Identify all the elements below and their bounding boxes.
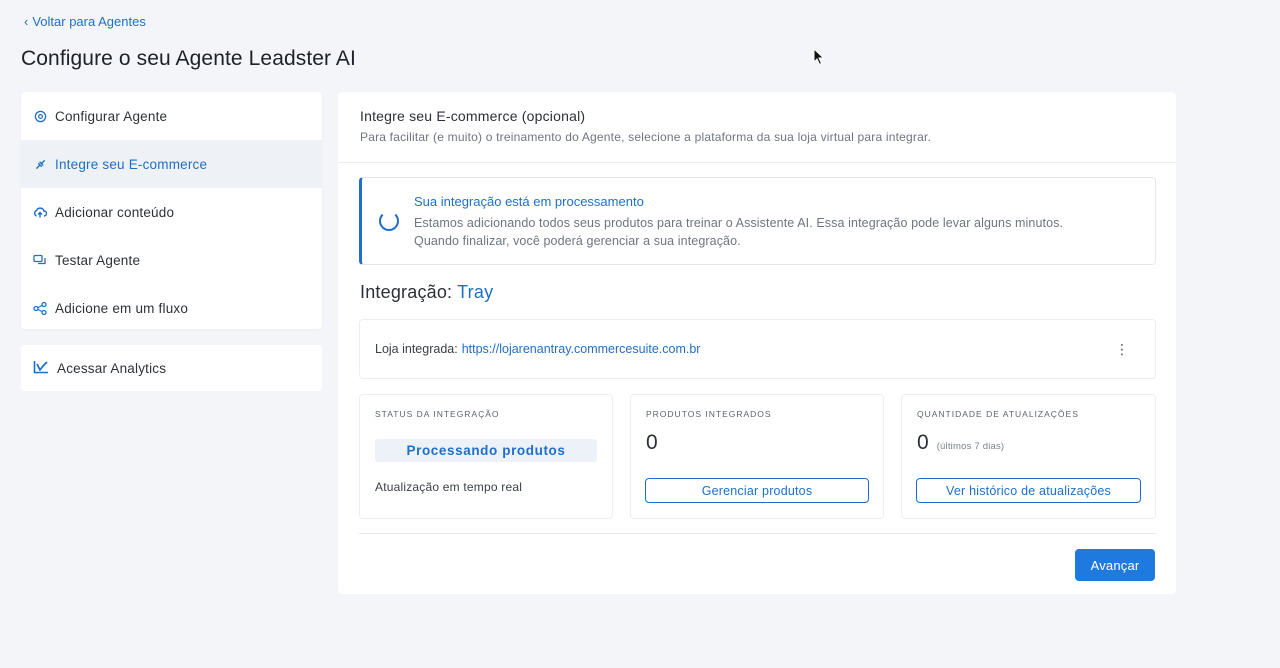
integrated-store-row: Loja integrada: https://lojarenantray.co…	[359, 319, 1156, 379]
panel-header: Integre seu E-commerce (opcional) Para f…	[338, 92, 1176, 163]
integration-heading: Integração: Tray	[360, 282, 493, 303]
updates-card-label: Quantidade de atualizações	[917, 409, 1079, 419]
share-icon	[33, 301, 47, 315]
chat-icon	[33, 253, 47, 267]
updates-count-card: Quantidade de atualizações 0 (últimos 7 …	[901, 394, 1156, 519]
more-options-icon[interactable]: ⋮	[1115, 341, 1129, 357]
integrated-products-card: Produtos integrados 0 Gerenciar produtos	[630, 394, 884, 519]
analytics-icon	[33, 360, 49, 377]
sidebar-item-configurar-agente[interactable]: Configurar Agente	[21, 92, 322, 140]
updates-period: (últimos 7 dias)	[936, 441, 1005, 452]
integration-status-card: Status da integração Processando produto…	[359, 394, 613, 519]
sidebar-item-testar-agente[interactable]: Testar Agente	[21, 236, 322, 284]
sidebar-item-adicione-fluxo[interactable]: Adicione em um fluxo	[21, 284, 322, 329]
panel-title: Integre seu E-commerce (opcional)	[360, 108, 586, 124]
alert-text-line1: Estamos adicionando todos seus produtos …	[414, 216, 1064, 230]
mouse-cursor-icon	[813, 48, 825, 66]
back-link-label: Voltar para Agentes	[32, 14, 146, 29]
sidebar-item-label: Testar Agente	[55, 252, 141, 268]
sidebar-item-label: Integre seu E-commerce	[55, 156, 208, 172]
manage-products-button[interactable]: Gerenciar produtos	[645, 478, 869, 503]
sidebar-item-label: Configurar Agente	[55, 108, 168, 124]
page-title: Configure o seu Agente Leadster AI	[21, 47, 356, 70]
integration-label: Integração:	[360, 282, 453, 302]
cloud-upload-icon	[33, 205, 47, 219]
analytics-label: Acessar Analytics	[57, 360, 167, 376]
sidebar-item-label: Adicionar conteúdo	[55, 204, 175, 220]
integration-panel: Integre seu E-commerce (opcional) Para f…	[338, 92, 1176, 594]
sidebar-item-label: Adicione em um fluxo	[55, 300, 189, 316]
products-count-value: 0	[646, 431, 658, 454]
integration-platform: Tray	[457, 282, 494, 302]
analytics-link[interactable]: Acessar Analytics	[21, 345, 322, 391]
alert-title: Sua integração está em processamento	[414, 194, 644, 209]
gear-icon	[33, 109, 47, 123]
sidebar-item-integre-ecommerce[interactable]: Integre seu E-commerce	[21, 140, 322, 188]
next-button[interactable]: Avançar	[1075, 549, 1155, 581]
updates-count-value: 0	[917, 431, 929, 454]
processing-alert: Sua integração está em processamento Est…	[359, 177, 1156, 265]
sidebar-nav: Configurar Agente Integre seu E-commerce…	[21, 92, 322, 329]
loading-spinner-icon	[379, 211, 399, 231]
plug-icon	[33, 157, 47, 171]
status-badge: Processando produtos	[375, 439, 597, 462]
update-history-button[interactable]: Ver histórico de atualizações	[916, 478, 1141, 503]
chevron-left-icon: ‹	[24, 14, 29, 29]
alert-text-line2: Quando finalizar, você poderá gerenciar …	[414, 234, 741, 248]
store-label: Loja integrada:	[375, 342, 458, 356]
sidebar-item-adicionar-conteudo[interactable]: Adicionar conteúdo	[21, 188, 322, 236]
store-url-link[interactable]: https://lojarenantray.commercesuite.com.…	[462, 342, 701, 356]
products-card-label: Produtos integrados	[646, 409, 772, 419]
status-card-label: Status da integração	[375, 409, 500, 419]
footer-divider	[359, 533, 1156, 534]
products-count: 0	[646, 431, 868, 455]
updates-count: 0 (últimos 7 dias)	[917, 431, 1140, 455]
panel-subtitle: Para facilitar (e muito) o treinamento d…	[360, 130, 932, 144]
back-to-agents-link[interactable]: ‹ Voltar para Agentes	[24, 14, 146, 29]
status-footnote: Atualização em tempo real	[375, 480, 523, 494]
